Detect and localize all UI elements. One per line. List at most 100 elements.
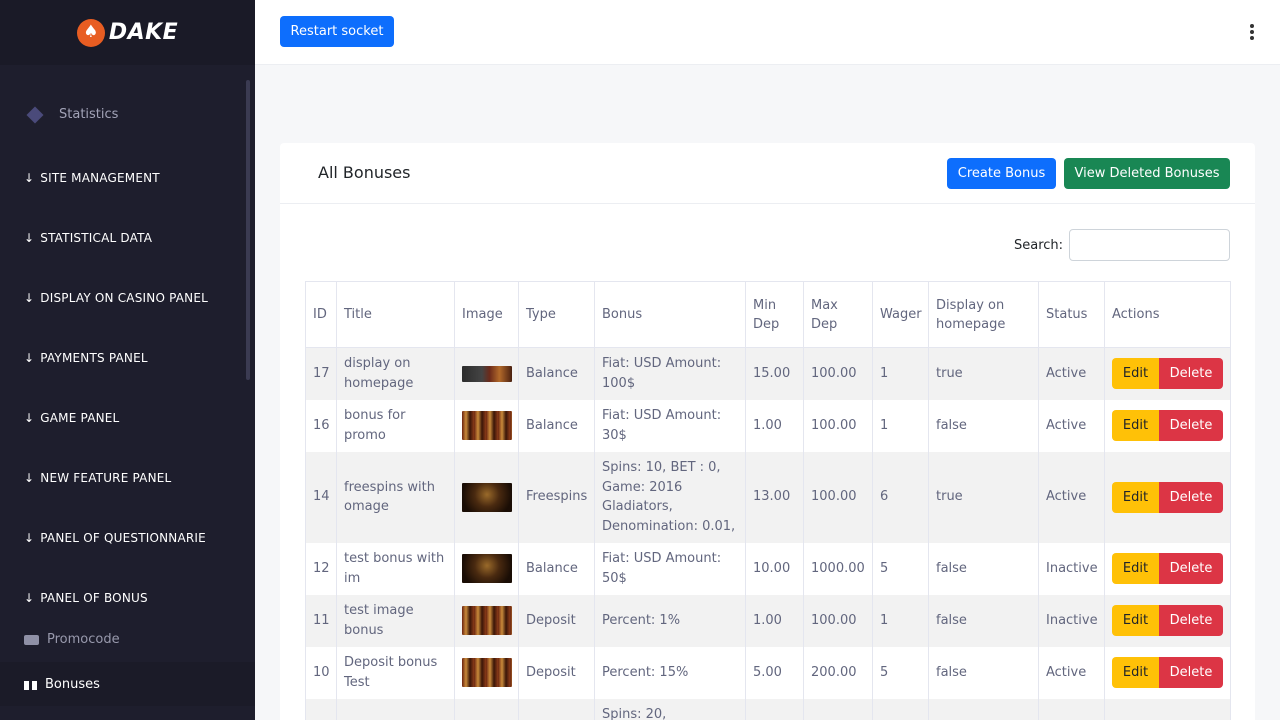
arrow-down-icon: ↓ <box>24 351 35 365</box>
table-header-row: ID Title Image Type Bonus Min Dep Max De… <box>305 281 1231 348</box>
kebab-menu-icon[interactable] <box>1250 24 1254 40</box>
bonus-image <box>462 411 512 440</box>
cell-status: Inactive <box>1038 542 1105 595</box>
column-header[interactable]: Image <box>454 281 519 348</box>
column-header[interactable]: Wager <box>872 281 929 348</box>
sidebar-section-display-on-casino-panel[interactable]: ↓ DISPLAY ON CASINO PANEL <box>24 291 208 305</box>
sidebar-section-panel-of-questionnarie[interactable]: ↓ PANEL OF QUESTIONNARIE <box>24 531 206 545</box>
column-header[interactable]: Status <box>1038 281 1105 348</box>
cell-bonus: Spins: 20, <box>594 698 746 720</box>
cell-image <box>454 451 519 543</box>
cell-status: Active <box>1038 347 1105 400</box>
column-header[interactable]: Title <box>336 281 455 348</box>
delete-button[interactable]: Delete <box>1159 657 1223 688</box>
arrow-down-icon: ↓ <box>24 231 35 245</box>
cell-id: 16 <box>305 399 337 452</box>
search-input[interactable] <box>1069 229 1231 261</box>
cell-wager: 5 <box>872 542 929 595</box>
sidebar-section-game-panel[interactable]: ↓ GAME PANEL <box>24 411 119 425</box>
sidebar-section-statistical-data[interactable]: ↓ STATISTICAL DATA <box>24 231 152 245</box>
cell-image <box>454 347 519 400</box>
delete-button[interactable]: Delete <box>1159 605 1223 636</box>
diamond-icon <box>26 106 44 123</box>
edit-button[interactable]: Edit <box>1112 657 1159 688</box>
column-header[interactable]: Bonus <box>594 281 746 348</box>
sidebar-section-label: PAYMENTS PANEL <box>40 351 148 365</box>
create-bonus-button[interactable]: Create Bonus <box>947 158 1056 189</box>
sidebar-section-panel-of-bonus[interactable]: ↓ PANEL OF BONUS <box>24 591 148 605</box>
cell-type: Freespins <box>518 451 595 543</box>
edit-button[interactable]: Edit <box>1112 605 1159 636</box>
cell-image <box>454 698 519 720</box>
sidebar-section-new-feature-panel[interactable]: ↓ NEW FEATURE PANEL <box>24 471 171 485</box>
bonuses-card: All Bonuses Create Bonus View Deleted Bo… <box>280 143 1255 720</box>
delete-button[interactable]: Delete <box>1159 358 1223 390</box>
edit-button[interactable]: Edit <box>1112 410 1159 441</box>
cell-wager: 5 <box>872 646 929 699</box>
cell-actions: Edit Delete <box>1104 451 1231 543</box>
sidebar-section-site-management[interactable]: ↓ SITE MANAGEMENT <box>24 171 160 185</box>
cell-title: bonus for promo <box>336 399 455 452</box>
cell-id: 11 <box>305 594 337 647</box>
table-row: 11 test image bonus Deposit Percent: 1% … <box>305 594 1231 647</box>
cell-max-dep: 100.00 <box>803 451 873 543</box>
cell-actions: Edit Delete <box>1104 399 1231 452</box>
cell-actions: Edit Delete <box>1104 347 1231 400</box>
cell-display: true <box>928 451 1039 543</box>
edit-button[interactable]: Edit <box>1112 358 1159 390</box>
view-deleted-bonuses-button[interactable]: View Deleted Bonuses <box>1064 158 1230 189</box>
bonus-image <box>462 658 512 687</box>
cell-status: Inactive <box>1038 594 1105 647</box>
sidebar-section-label: GAME PANEL <box>40 411 120 425</box>
search-bar: Search: <box>1014 229 1231 261</box>
restart-socket-button[interactable]: Restart socket <box>280 16 394 47</box>
cell-id: 12 <box>305 542 337 595</box>
sidebar-item-promocode[interactable]: Promocode <box>24 632 120 647</box>
table-row: 14 freespins with omage Freespins Spins:… <box>305 451 1231 543</box>
sidebar-section-payments-panel[interactable]: ↓ PAYMENTS PANEL <box>24 351 148 365</box>
cell-id: 17 <box>305 347 337 400</box>
sidebar-section-label: STATISTICAL DATA <box>40 231 153 245</box>
cell-type <box>518 698 595 720</box>
cell-image <box>454 399 519 452</box>
table-row: Spins: 20, <box>305 698 1231 720</box>
cell-status: Active <box>1038 399 1105 452</box>
column-header[interactable]: Max Dep <box>803 281 873 348</box>
cell-title: freespins with omage <box>336 451 455 543</box>
brand[interactable]: ♠ DAKE <box>0 0 255 65</box>
delete-button[interactable]: Delete <box>1159 481 1223 513</box>
cell-min-dep: 15.00 <box>745 347 804 400</box>
cell-bonus: Fiat: USD Amount: 100$ <box>594 347 746 400</box>
table-row: 10 Deposit bonus Test Deposit Percent: 1… <box>305 646 1231 699</box>
sidebar-scrollbar[interactable] <box>246 80 250 380</box>
cell-type: Deposit <box>518 594 595 647</box>
column-header[interactable]: Display on homepage <box>928 281 1039 348</box>
column-header[interactable]: ID <box>305 281 337 348</box>
cell-max-dep <box>803 698 873 720</box>
bonus-image <box>462 482 512 512</box>
cell-title: Deposit bonus Test <box>336 646 455 699</box>
edit-button[interactable]: Edit <box>1112 553 1159 584</box>
cell-title <box>336 698 455 720</box>
column-header[interactable]: Min Dep <box>745 281 804 348</box>
column-header[interactable]: Type <box>518 281 595 348</box>
card-header: All Bonuses Create Bonus View Deleted Bo… <box>280 143 1255 204</box>
spade-icon: ♠ <box>76 18 105 47</box>
column-header[interactable]: Actions <box>1104 281 1231 348</box>
sidebar-item-label: Statistics <box>59 107 119 122</box>
cell-image <box>454 594 519 647</box>
arrow-down-icon: ↓ <box>24 171 35 185</box>
sidebar-item-bonuses[interactable]: Bonuses <box>0 662 255 706</box>
delete-button[interactable]: Delete <box>1159 553 1223 584</box>
cell-title: test bonus with im <box>336 542 455 595</box>
delete-button[interactable]: Delete <box>1159 410 1223 441</box>
cell-min-dep: 13.00 <box>745 451 804 543</box>
cell-min-dep: 5.00 <box>745 646 804 699</box>
cell-display: false <box>928 594 1039 647</box>
edit-button[interactable]: Edit <box>1112 481 1159 513</box>
bonus-image <box>462 606 512 635</box>
cell-max-dep: 100.00 <box>803 594 873 647</box>
sidebar-item-statistics[interactable]: Statistics <box>24 106 119 123</box>
cell-min-dep: 1.00 <box>745 399 804 452</box>
cell-type: Deposit <box>518 646 595 699</box>
